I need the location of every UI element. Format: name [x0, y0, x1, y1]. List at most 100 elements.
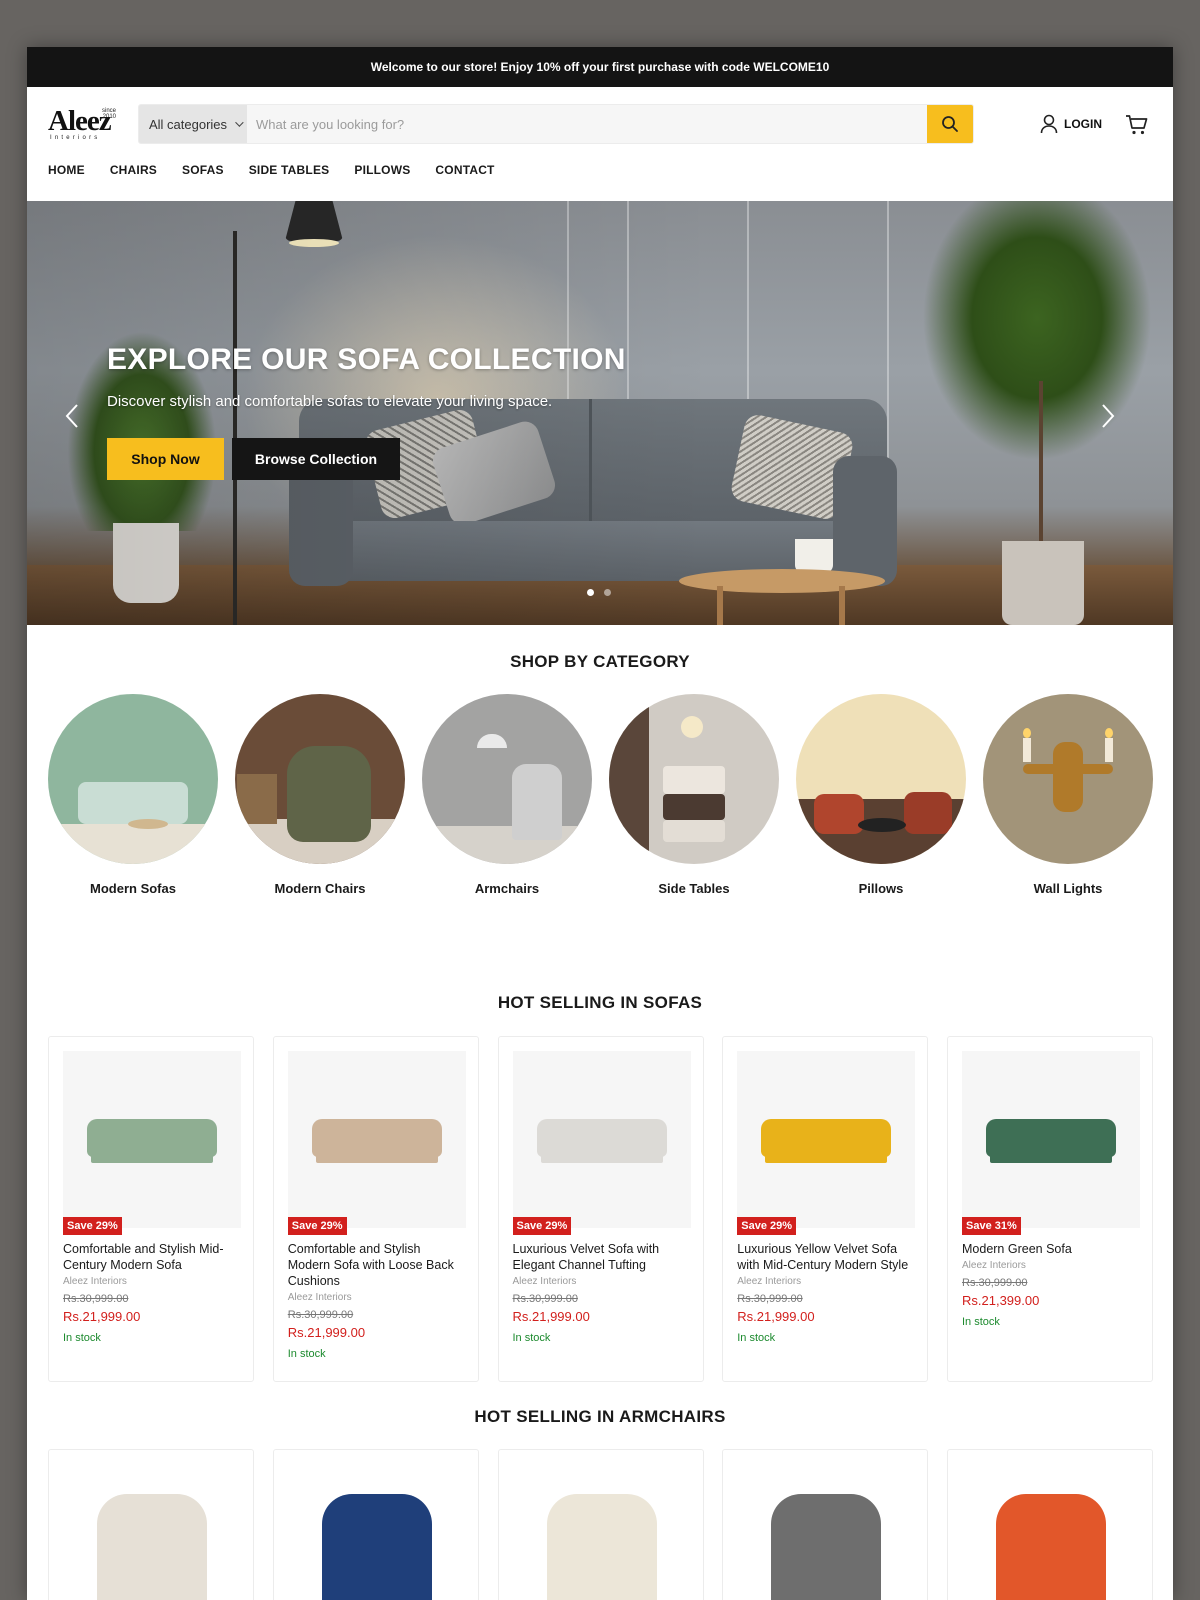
category-label: Pillows	[858, 881, 904, 896]
prev-slide-button[interactable]	[57, 401, 87, 431]
shop-now-button[interactable]: Shop Now	[107, 438, 224, 480]
product-vendor: Aleez Interiors	[737, 1276, 802, 1287]
stock-status: In stock	[962, 1316, 1000, 1328]
product-card[interactable]: Save 31% Modern Green Sofa Aleez Interio…	[947, 1036, 1153, 1382]
product-card[interactable]	[48, 1449, 254, 1600]
product-card[interactable]	[722, 1449, 929, 1600]
category-list: Modern Sofas Modern Chairs Armchairs Sid…	[48, 694, 1153, 896]
category-armchairs[interactable]: Armchairs	[422, 694, 592, 896]
sale-badge: Save 29%	[512, 1217, 572, 1235]
product-vendor: Aleez Interiors	[63, 1276, 127, 1287]
sale-price: Rs.21,999.00	[63, 1309, 141, 1324]
product-card[interactable]: Save 29% Comfortable and Stylish Mid-Cen…	[48, 1036, 254, 1382]
category-image	[422, 694, 592, 864]
slide-dot[interactable]	[587, 589, 594, 596]
nav-sofas[interactable]: SOFAS	[182, 163, 224, 177]
product-image	[512, 1464, 691, 1600]
stock-status: In stock	[512, 1332, 551, 1344]
announcement-bar: Welcome to our store! Enjoy 10% off your…	[27, 47, 1173, 87]
compare-price: Rs.30,999.00	[737, 1293, 803, 1305]
category-pillows[interactable]: Pillows	[796, 694, 966, 896]
next-slide-button[interactable]	[1093, 401, 1123, 431]
login-label: LOGIN	[1064, 117, 1102, 131]
category-label: Wall Lights	[1033, 881, 1103, 896]
product-card[interactable]	[497, 1449, 704, 1600]
sale-price: Rs.21,399.00	[962, 1293, 1040, 1308]
category-select[interactable]: All categories	[139, 105, 247, 143]
product-title[interactable]: Comfortable and Stylish Mid-Century Mode…	[63, 1241, 239, 1273]
nav-side-tables[interactable]: SIDE TABLES	[249, 163, 330, 177]
hero-title: EXPLORE OUR SOFA COLLECTION	[107, 343, 626, 376]
sale-price: Rs.21,999.00	[287, 1325, 366, 1340]
product-card[interactable]	[947, 1449, 1153, 1600]
stock-status: In stock	[287, 1348, 326, 1360]
product-title[interactable]: Comfortable and Stylish Modern Sofa with…	[288, 1241, 464, 1289]
sofa-image	[311, 1119, 442, 1157]
chevron-left-icon	[65, 404, 78, 428]
category-side-tables[interactable]: Side Tables	[609, 694, 779, 896]
sofas-section-title: HOT SELLING IN SOFAS	[497, 993, 703, 1012]
sale-badge: Save 29%	[63, 1217, 122, 1235]
search-button[interactable]	[927, 105, 973, 143]
sofa-image	[536, 1119, 667, 1157]
category-modern-sofas[interactable]: Modern Sofas	[48, 694, 218, 896]
product-title[interactable]: Modern Green Sofa	[962, 1241, 1138, 1257]
category-section-title: SHOP BY CATEGORY	[510, 652, 690, 671]
slide-dots	[587, 589, 611, 596]
nav-home[interactable]: HOME	[48, 163, 85, 177]
armchairs-section-title: HOT SELLING IN ARMCHAIRS	[474, 1407, 726, 1426]
sale-badge: Save 29%	[737, 1217, 797, 1235]
login-link[interactable]: LOGIN	[1040, 114, 1102, 134]
product-title[interactable]: Luxurious Yellow Velvet Sofa with Mid-Ce…	[737, 1241, 913, 1273]
search-icon	[942, 116, 958, 132]
chevron-right-icon	[1102, 404, 1115, 428]
browse-collection-button[interactable]: Browse Collection	[232, 438, 400, 480]
category-image	[48, 694, 218, 864]
product-card[interactable]	[272, 1449, 479, 1600]
category-label: Modern Chairs	[274, 881, 366, 896]
sale-price: Rs.21,999.00	[512, 1309, 590, 1324]
armchair-image	[97, 1494, 207, 1600]
category-select-value: All categories	[149, 116, 228, 132]
search-input[interactable]	[247, 105, 927, 143]
product-vendor: Aleez Interiors	[512, 1276, 577, 1287]
product-card[interactable]: Save 29% Luxurious Yellow Velvet Sofa wi…	[722, 1036, 929, 1382]
product-vendor: Aleez Interiors	[287, 1292, 352, 1303]
sale-badge: Save 31%	[962, 1217, 1021, 1235]
category-modern-chairs[interactable]: Modern Chairs	[235, 694, 405, 896]
product-image	[512, 1051, 691, 1228]
product-card[interactable]: Save 29% Luxurious Velvet Sofa with Eleg…	[497, 1036, 704, 1382]
nav-contact[interactable]: CONTACT	[435, 163, 494, 177]
slide-dot[interactable]	[604, 589, 611, 596]
product-title[interactable]: Luxurious Velvet Sofa with Elegant Chann…	[513, 1241, 689, 1273]
stock-status: In stock	[63, 1332, 101, 1344]
category-label: Side Tables	[658, 881, 730, 896]
brand-logo[interactable]: Aleez since 2010 Interiors	[48, 105, 116, 142]
product-image	[63, 1464, 241, 1600]
compare-price: Rs.30,999.00	[512, 1293, 578, 1305]
cart-button[interactable]	[1125, 114, 1149, 141]
hero-banner: EXPLORE OUR SOFA COLLECTION Discover sty…	[27, 201, 1173, 625]
category-image	[796, 694, 966, 864]
compare-price: Rs.30,999.00	[962, 1277, 1028, 1289]
category-image	[235, 694, 405, 864]
product-card[interactable]: Save 29% Comfortable and Stylish Modern …	[272, 1036, 479, 1382]
sofa-product-grid: Save 29% Comfortable and Stylish Mid-Cen…	[48, 1036, 1153, 1382]
product-image	[287, 1464, 466, 1600]
store-page: Welcome to our store! Enjoy 10% off your…	[27, 47, 1173, 1600]
product-vendor: Aleez Interiors	[962, 1260, 1026, 1271]
category-label: Armchairs	[474, 881, 540, 896]
user-icon	[1040, 114, 1058, 134]
main-nav: HOME CHAIRS SOFAS SIDE TABLES PILLOWS CO…	[27, 161, 1173, 201]
category-wall-lights[interactable]: Wall Lights	[983, 694, 1153, 896]
nav-chairs[interactable]: CHAIRS	[110, 163, 157, 177]
product-image	[737, 1464, 916, 1600]
search-bar: All categories	[138, 104, 974, 144]
hero-subtitle: Discover stylish and comfortable sofas t…	[107, 393, 553, 410]
category-image	[983, 694, 1153, 864]
site-header: Aleez since 2010 Interiors All categories…	[27, 87, 1173, 161]
sofa-image	[87, 1119, 217, 1157]
armchair-image	[771, 1494, 882, 1600]
nav-pillows[interactable]: PILLOWS	[354, 163, 410, 177]
sale-badge: Save 29%	[287, 1217, 347, 1235]
